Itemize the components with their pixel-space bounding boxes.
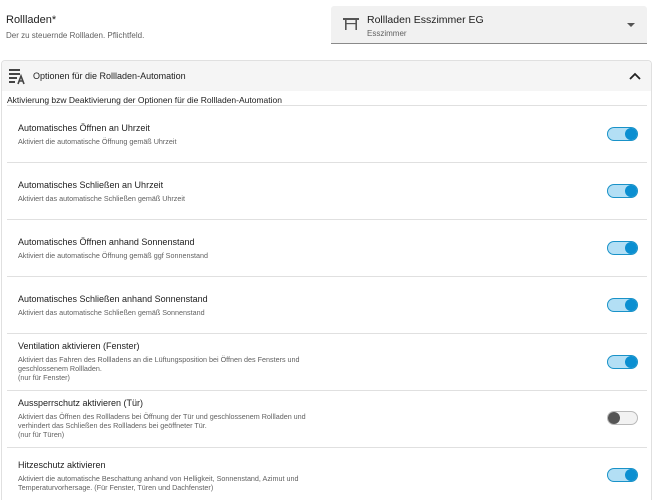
option-title: Automatisches Öffnen anhand Sonnenstand: [18, 237, 195, 247]
entity-selector-row: Rollladen* Der zu steuernde Rollladen. P…: [0, 0, 653, 58]
option-description: Aktiviert die automatische Öffnung gemäß…: [18, 137, 177, 146]
panel-header[interactable]: Optionen für die Rollladen-Automation: [2, 61, 651, 91]
option-title: Hitzeschutz aktivieren: [18, 460, 106, 470]
option-description: Aktiviert das automatische Schließen gem…: [18, 308, 205, 317]
option-description: Aktiviert das Öffnen des Rollladens bei …: [18, 412, 328, 439]
options-expansion-panel: Optionen für die Rollladen-Automation Ak…: [1, 60, 652, 500]
option-row: Automatisches Schließen anhand Sonnensta…: [7, 277, 647, 334]
option-toggle[interactable]: [607, 241, 638, 255]
panel-description: Aktivierung bzw Deaktivierung der Option…: [7, 95, 282, 105]
option-row: Automatisches Schließen an Uhrzeit Aktiv…: [7, 163, 647, 220]
option-title: Automatisches Schließen anhand Sonnensta…: [18, 294, 208, 304]
option-title: Automatisches Schließen an Uhrzeit: [18, 180, 164, 190]
option-toggle[interactable]: [607, 298, 638, 312]
option-note: (nur für Fenster): [18, 373, 70, 382]
option-toggle[interactable]: [607, 355, 638, 369]
option-description-text: Aktiviert das Öffnen des Rollladens bei …: [18, 412, 306, 430]
select-value-title: Rollladen Esszimmer EG: [367, 14, 484, 26]
option-title: Automatisches Öffnen an Uhrzeit: [18, 123, 150, 133]
option-row: Ventilation aktivieren (Fenster) Aktivie…: [7, 334, 647, 391]
option-description: Aktiviert die automatische Beschattung a…: [18, 474, 299, 492]
option-description-text: Aktiviert das Fahren des Rollladens an d…: [18, 355, 300, 373]
select-value-subtitle: Esszimmer: [367, 29, 407, 38]
option-title: Ventilation aktivieren (Fenster): [18, 341, 140, 351]
option-toggle[interactable]: [607, 411, 638, 425]
option-row: Automatisches Öffnen an Uhrzeit Aktivier…: [7, 106, 647, 163]
option-note: (nur für Türen): [18, 430, 65, 439]
field-help-text: Der zu steuernde Rollladen. Pflichtfeld.: [6, 31, 145, 40]
option-row: Aussperrschutz aktivieren (Tür) Aktivier…: [7, 391, 647, 448]
tune-list-icon: [9, 69, 25, 85]
option-description: Aktiviert das Fahren des Rollladens an d…: [18, 355, 328, 382]
option-title: Aussperrschutz aktivieren (Tür): [18, 398, 144, 408]
table-icon: [343, 18, 359, 30]
option-row: Automatisches Öffnen anhand Sonnenstand …: [7, 220, 647, 277]
option-toggle[interactable]: [607, 184, 638, 198]
rollladen-select[interactable]: Rollladen Esszimmer EG Esszimmer: [331, 6, 647, 44]
option-toggle[interactable]: [607, 468, 638, 482]
panel-title: Optionen für die Rollladen-Automation: [33, 71, 186, 81]
field-label: Rollladen*: [6, 14, 57, 26]
option-description: Aktiviert das automatische Schließen gem…: [18, 194, 185, 203]
option-row: Hitzeschutz aktivieren Aktiviert die aut…: [7, 448, 647, 500]
option-description: Aktiviert die automatische Öffnung gemäß…: [18, 251, 209, 260]
dropdown-caret-icon[interactable]: [627, 23, 635, 27]
option-toggle[interactable]: [607, 127, 638, 141]
chevron-up-icon[interactable]: [629, 71, 641, 81]
